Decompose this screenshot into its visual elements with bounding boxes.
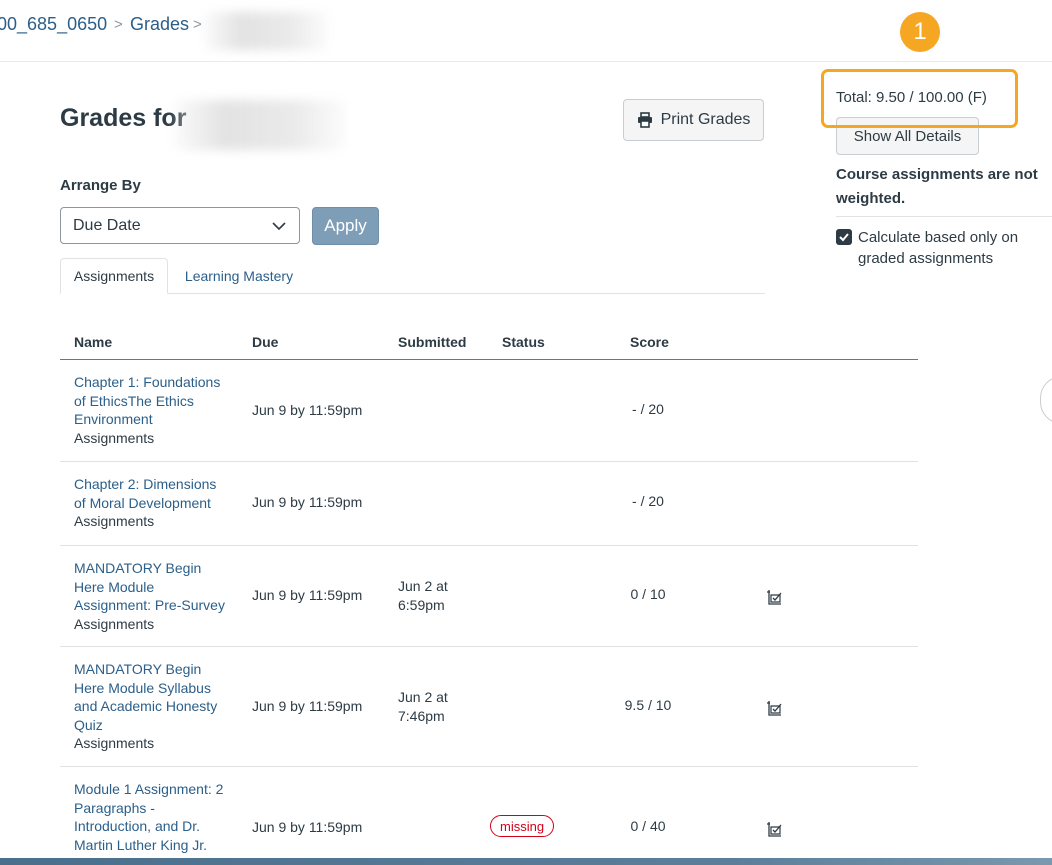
header-due[interactable]: Due	[252, 334, 278, 350]
status-badge-missing: missing	[490, 815, 555, 837]
sidebar-divider	[836, 216, 1052, 217]
tab-assignments[interactable]: Assignments	[60, 258, 168, 294]
printer-icon	[637, 112, 652, 128]
due-date: Jun 9 by 11:59pm	[252, 494, 363, 510]
score: - / 20	[632, 401, 664, 417]
arrange-by-select[interactable]: Due Date	[60, 207, 300, 244]
assignment-name-cell: MANDATORY Begin Here Module Syllabus and…	[74, 660, 234, 753]
assignment-name-cell: Chapter 1: Foundations of EthicsThe Ethi…	[74, 373, 234, 447]
submitted-date: Jun 2 at 6:59pm	[398, 578, 448, 613]
what-if-score-icon[interactable]	[766, 700, 782, 716]
highlight-box	[821, 69, 1018, 128]
graded-only-checkbox[interactable]	[836, 229, 852, 245]
annotation-marker: 1	[900, 12, 940, 52]
graded-only-label[interactable]: Calculate based only on graded assignmen…	[858, 227, 1048, 269]
due-date: Jun 9 by 11:59pm	[252, 402, 363, 418]
assignment-group: Assignments	[74, 429, 155, 446]
breadcrumb-separator: >	[114, 16, 123, 33]
page-title: Grades for	[60, 104, 187, 132]
breadcrumb-course-link[interactable]: 00_685_0650	[0, 14, 107, 35]
table-row: Chapter 2: Dimensions of Moral Developme…	[60, 462, 918, 546]
header-status[interactable]: Status	[502, 334, 545, 350]
chevron-down-icon	[272, 222, 286, 231]
score: 0 / 40	[630, 818, 666, 834]
score: 0 / 10	[630, 586, 666, 602]
breadcrumb-grades-link[interactable]: Grades	[130, 14, 189, 35]
due-date: Jun 9 by 11:59pm	[252, 587, 363, 603]
score: - / 20	[632, 493, 664, 509]
assignment-group: Assignments	[74, 735, 155, 751]
redacted-student-name	[204, 12, 329, 50]
checkmark-icon	[839, 233, 849, 242]
assignment-link[interactable]: Module 1 Assignment: 2 Paragraphs - Intr…	[74, 780, 234, 854]
table-row: MANDATORY Begin Here Module Assignment: …	[60, 546, 918, 647]
score: 9.5 / 10	[624, 697, 672, 713]
header-submitted[interactable]: Submitted	[398, 334, 466, 350]
due-date: Jun 9 by 11:59pm	[252, 819, 363, 835]
assignment-group: Assignments	[74, 513, 155, 529]
table-row: MANDATORY Begin Here Module Syllabus and…	[60, 647, 918, 767]
assignment-link[interactable]: Chapter 2: Dimensions of Moral Developme…	[74, 475, 234, 512]
assignment-name-cell: Module 1 Assignment: 2 Paragraphs - Intr…	[74, 780, 234, 854]
due-date: Jun 9 by 11:59pm	[252, 698, 363, 714]
arrange-by-label: Arrange By	[60, 177, 141, 194]
print-grades-button[interactable]: Print Grades	[623, 99, 764, 141]
assignment-group: Assignments	[74, 615, 155, 632]
what-if-score-icon[interactable]	[766, 821, 782, 837]
print-grades-label: Print Grades	[660, 111, 751, 128]
submitted-date: Jun 2 at 7:46pm	[398, 689, 448, 724]
header-score[interactable]: Score	[630, 334, 669, 350]
assignment-link[interactable]: Chapter 1: Foundations of EthicsThe Ethi…	[74, 373, 234, 429]
header-name[interactable]: Name	[74, 334, 112, 350]
what-if-score-icon[interactable]	[766, 589, 782, 605]
apply-button[interactable]: Apply	[312, 207, 379, 245]
table-row: Chapter 1: Foundations of EthicsThe Ethi…	[60, 360, 918, 462]
side-panel-handle[interactable]	[1040, 376, 1052, 424]
bottom-bar	[0, 858, 1052, 865]
assignment-link[interactable]: MANDATORY Begin Here Module Syllabus and…	[74, 660, 234, 734]
assignment-name-cell: Chapter 2: Dimensions of Moral Developme…	[74, 475, 234, 531]
table-header: Name Due Submitted Status Score	[60, 326, 918, 360]
grades-table: Name Due Submitted Status Score Chapter …	[60, 326, 918, 865]
arrange-by-value: Due Date	[73, 216, 141, 234]
table-row: Module 1 Assignment: 2 Paragraphs - Intr…	[60, 767, 918, 865]
assignment-name-cell: MANDATORY Begin Here Module Assignment: …	[74, 559, 234, 633]
tab-learning-mastery[interactable]: Learning Mastery	[170, 258, 308, 294]
assignment-link[interactable]: MANDATORY Begin Here Module Assignment: …	[74, 559, 234, 615]
breadcrumb: 00_685_0650 > Grades >	[0, 0, 1052, 62]
redacted-student-name	[174, 100, 346, 150]
breadcrumb-separator: >	[193, 16, 202, 33]
weighting-note: Course assignments are not weighted.	[836, 166, 1038, 207]
